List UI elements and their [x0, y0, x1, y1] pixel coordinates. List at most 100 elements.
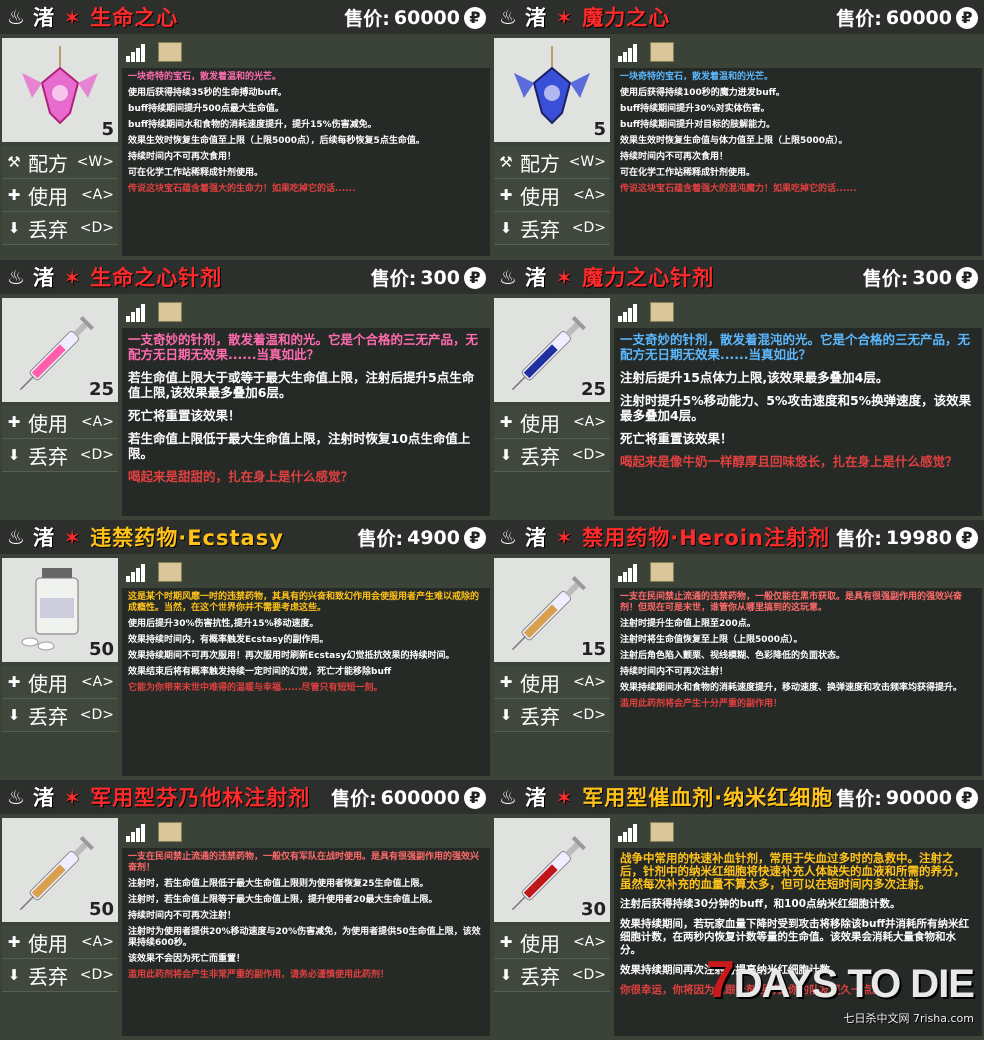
item-count: 25	[580, 379, 606, 400]
action-hotkey: <W>	[76, 154, 114, 170]
lore-text: 滥用此药剂将会产生非常严重的副作用，请务必谨慎使用此药剂！	[128, 970, 390, 980]
item-description: 这是某个时期风靡一时的违禁药物，其具有的兴奋和致幻作用会使服用者产生难以戒除的成…	[122, 588, 490, 776]
action-down-arrow-button[interactable]: ⬇ 丢弃 <D>	[2, 212, 118, 245]
flavor-text: 一支在民间禁止流通的违禁药物，一般仅能在黑市获取。是具有很强副作用的强效兴奋剂！…	[620, 592, 963, 613]
item-title: 渚 ✶ 禁用药物·Heroin注射剂	[525, 526, 830, 550]
medkit-icon: ✚	[499, 673, 513, 691]
action-down-arrow-button[interactable]: ⬇ 丢弃 <D>	[494, 439, 610, 472]
action-hotkey: <D>	[571, 447, 606, 463]
medkit-icon: ✚	[7, 673, 21, 691]
campfire-icon: ♨	[499, 525, 517, 549]
action-hammer-button[interactable]: ⚒ 配方 <W>	[2, 146, 118, 179]
item-info-panel: 一块奇特的宝石，散发着温和的光芒。 使用后获得持续35秒的生命搏动buff。 bu…	[122, 36, 490, 260]
book-icon[interactable]	[158, 42, 182, 62]
item-name: 魔力之心	[582, 6, 671, 30]
desc-line: 注射后获得持续30分钟的buff，和100点纳米红细胞计数。	[620, 898, 901, 910]
desc-line: 使用后获得持续100秒的魔力迸发buff。	[620, 88, 785, 98]
book-icon[interactable]	[650, 42, 674, 62]
book-icon[interactable]	[158, 822, 182, 842]
flavor-text: 这是某个时期风靡一时的违禁药物，其具有的兴奋和致幻作用会使服用者产生难以戒除的成…	[128, 592, 480, 613]
info-toolbar	[614, 556, 982, 588]
item-image: 50	[2, 818, 118, 922]
flavor-text: 一支奇妙的针剂，散发着温和的光。它是个合格的三无产品，无配方无日期无效果....…	[128, 332, 479, 362]
desc-line: 注射时，若生命值上限低于最大生命值上限则为使用者恢复25生命值上限。	[128, 879, 429, 889]
price-value: 60000	[885, 6, 952, 29]
quality-signal-icon	[126, 562, 146, 582]
price-label: 售价:	[344, 8, 390, 30]
item-price: 售价: 60000 ₽	[836, 4, 978, 31]
item-card-life-heart: ♨ 渚 ✶ 生命之心 售价: 60000 ₽ 5 ⚒ 配方 <W> ✚ 使用 <…	[0, 0, 492, 260]
info-toolbar	[122, 556, 490, 588]
book-icon[interactable]	[650, 302, 674, 322]
medkit-icon: ✚	[499, 413, 513, 431]
price-label: 售价:	[836, 528, 882, 550]
item-left-panel: 5 ⚒ 配方 <W> ✚ 使用 <A> ⬇ 丢弃 <D>	[492, 36, 612, 260]
price-value: 300	[912, 266, 952, 289]
item-left-panel: 30 ✚ 使用 <A> ⬇ 丢弃 <D>	[492, 816, 612, 1040]
desc-line: 注射时为使用者提供20%移动速度与20%伤害减免，为使用者提供50生命值上限，该…	[128, 927, 481, 948]
item-price: 售价: 600000 ₽	[331, 784, 486, 811]
item-name: 违禁药物·Ecstasy	[90, 526, 284, 550]
item-price: 售价: 4900 ₽	[357, 524, 486, 551]
desc-line: 效果生效时恢复生命值与体力值至上限（上限5000点）。	[620, 136, 848, 146]
action-medkit-button[interactable]: ✚ 使用 <A>	[2, 179, 118, 212]
action-down-arrow-button[interactable]: ⬇ 丢弃 <D>	[494, 959, 610, 992]
item-card-heroin: ♨ 渚 ✶ 禁用药物·Heroin注射剂 售价: 19980 ₽ 15 ✚ 使用…	[492, 520, 984, 780]
flavor-text: 一支奇妙的针剂，散发着混沌的光。它是个合格的三无产品，无配方无日期无效果....…	[620, 332, 971, 362]
price-label: 售价:	[836, 788, 882, 810]
desc-line: 注射时提升生命值上限至200点。	[620, 619, 756, 629]
desc-line: 注射时，若生命值上限等于最大生命值上限，提升使用者20最大生命值上限。	[128, 895, 438, 905]
action-hotkey: <A>	[572, 674, 606, 690]
action-down-arrow-button[interactable]: ⬇ 丢弃 <D>	[2, 959, 118, 992]
campfire-icon: ♨	[499, 5, 517, 29]
item-header: ♨ 渚 ✶ 生命之心针剂 售价: 300 ₽	[0, 260, 492, 294]
item-count: 15	[580, 639, 606, 660]
price-label: 售价:	[357, 528, 404, 550]
action-down-arrow-button[interactable]: ⬇ 丢弃 <D>	[494, 699, 610, 732]
action-label: 使用	[28, 411, 68, 436]
book-icon[interactable]	[158, 302, 182, 322]
action-medkit-button[interactable]: ✚ 使用 <A>	[494, 926, 610, 959]
price-value: 19980	[885, 526, 952, 549]
ruble-coin-icon: ₽	[464, 786, 486, 809]
campfire-icon: ♨	[499, 265, 517, 289]
book-icon[interactable]	[158, 562, 182, 582]
action-hotkey: <D>	[571, 707, 606, 723]
item-left-panel: 25 ✚ 使用 <A> ⬇ 丢弃 <D>	[0, 296, 120, 520]
action-label: 配方	[520, 151, 560, 176]
item-name: 军用型催血剂·纳米红细胞	[582, 786, 834, 810]
action-label: 使用	[520, 184, 560, 209]
action-medkit-button[interactable]: ✚ 使用 <A>	[2, 666, 118, 699]
item-title: 渚 ✶ 魔力之心	[525, 6, 671, 30]
action-medkit-button[interactable]: ✚ 使用 <A>	[494, 666, 610, 699]
info-toolbar	[614, 296, 982, 328]
action-medkit-button[interactable]: ✚ 使用 <A>	[494, 406, 610, 439]
medkit-icon: ✚	[7, 933, 21, 951]
action-hammer-button[interactable]: ⚒ 配方 <W>	[494, 146, 610, 179]
ruble-coin-icon: ₽	[956, 786, 978, 809]
action-medkit-button[interactable]: ✚ 使用 <A>	[2, 406, 118, 439]
action-label: 丢弃	[28, 217, 68, 242]
action-label: 使用	[28, 671, 68, 696]
action-medkit-button[interactable]: ✚ 使用 <A>	[2, 926, 118, 959]
book-icon[interactable]	[650, 562, 674, 582]
action-label: 配方	[28, 151, 68, 176]
action-down-arrow-button[interactable]: ⬇ 丢弃 <D>	[494, 212, 610, 245]
desc-line: 若生命值上限低于最大生命值上限，注射时恢复10点生命值上限。	[128, 431, 471, 461]
item-price: 售价: 19980 ₽	[836, 524, 978, 551]
book-icon[interactable]	[650, 822, 674, 842]
action-down-arrow-button[interactable]: ⬇ 丢弃 <D>	[2, 439, 118, 472]
ruble-coin-icon: ₽	[956, 6, 978, 29]
action-hotkey: <A>	[80, 934, 114, 950]
down-arrow-icon: ⬇	[499, 446, 513, 464]
item-name: 生命之心	[90, 6, 179, 30]
action-down-arrow-button[interactable]: ⬇ 丢弃 <D>	[2, 699, 118, 732]
item-count: 50	[88, 639, 114, 660]
item-info-panel: 一支在民间禁止流通的违禁药物，一般仅有军队在战时使用。是具有很强副作用的强效兴奋…	[122, 816, 490, 1040]
lore-text: 滥用此药剂将会产生十分严重的副作用！	[620, 699, 783, 709]
action-medkit-button[interactable]: ✚ 使用 <A>	[494, 179, 610, 212]
action-label: 丢弃	[28, 444, 68, 469]
item-title: 渚 ✶ 军用型芬乃他林注射剂	[33, 786, 311, 810]
item-grid: ♨ 渚 ✶ 生命之心 售价: 60000 ₽ 5 ⚒ 配方 <W> ✚ 使用 <…	[0, 0, 984, 1040]
action-label: 丢弃	[520, 217, 560, 242]
